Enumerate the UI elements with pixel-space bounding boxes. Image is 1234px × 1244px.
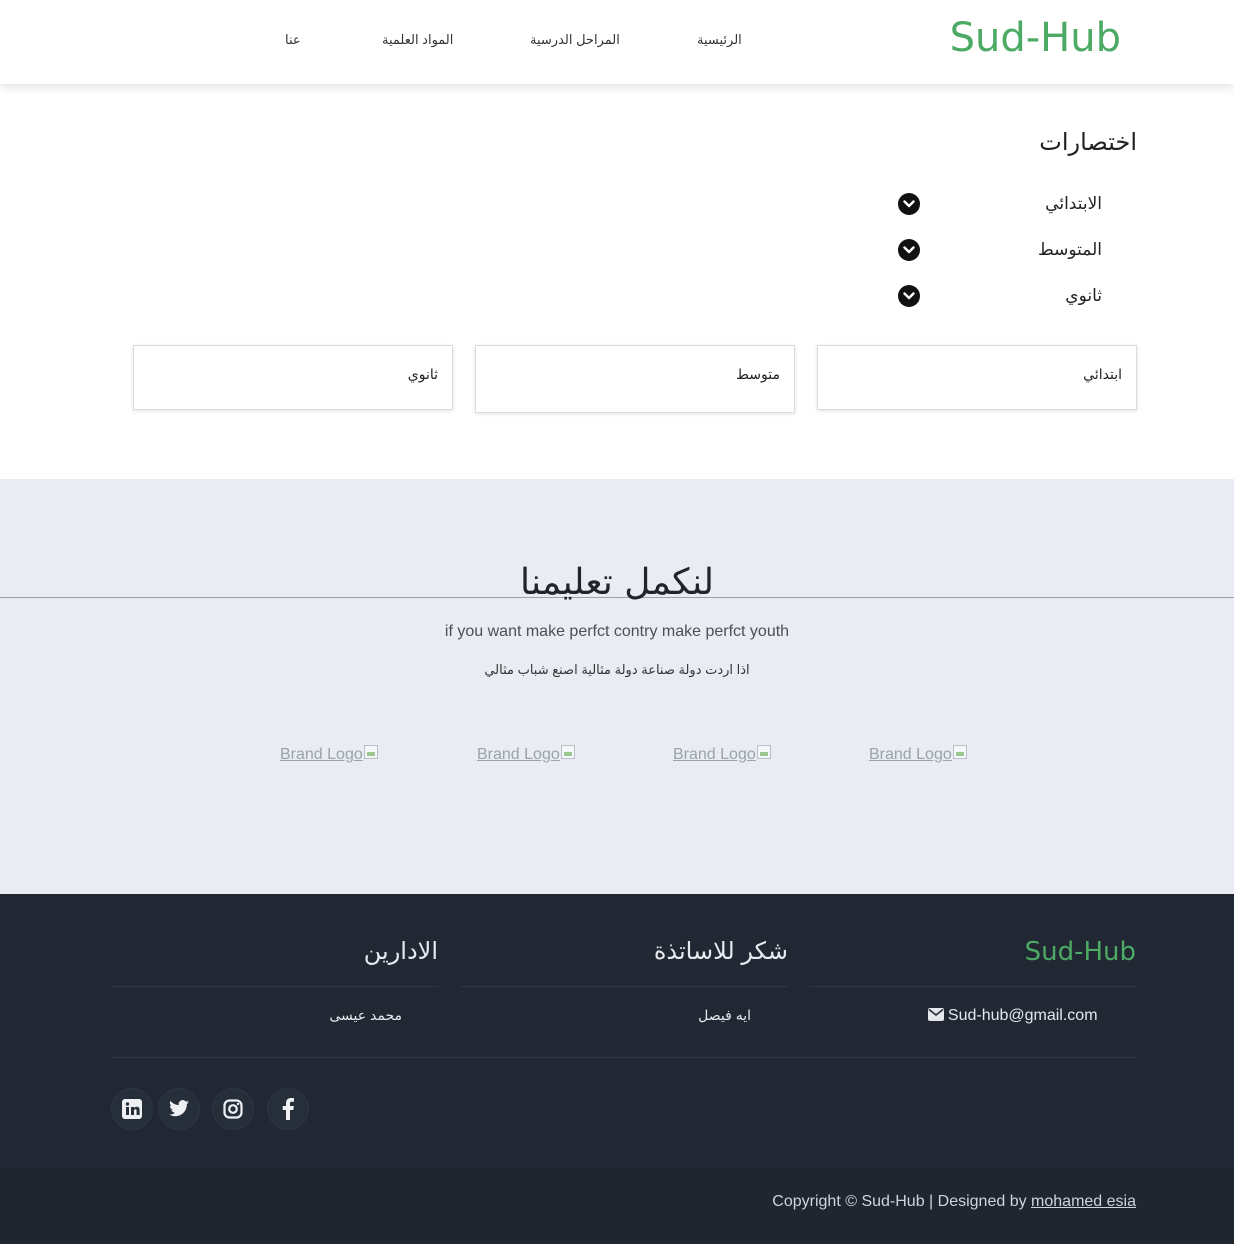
broken-image-icon [952,745,967,759]
shortcut-primary[interactable]: الابتدائي [898,191,1102,217]
broken-image-icon [560,745,575,759]
shortcut-label: ثانوي [1065,286,1102,305]
shortcut-label: الابتدائي [1045,194,1102,213]
hero-subtitle-en: if you want make perfct contry make perf… [444,623,790,640]
shortcut-label: المتوسط [1037,240,1102,259]
broken-image-icon [363,745,378,759]
hero-title: لنكمل تعليمنا [519,562,715,603]
footer-divider [461,986,788,987]
copyright-prefix: Copyright © Sud-Hub | Designed by [772,1193,1027,1210]
chevron-down-icon[interactable] [898,193,920,215]
footer-admin-item: محمد عيسى [329,1007,402,1023]
card-secondary[interactable]: ثانوي [133,345,453,410]
shortcuts-title: اختصارات [1039,129,1137,156]
twitter-icon [169,1100,189,1117]
nav-link-about[interactable]: عنا [285,30,301,50]
footer-brand: Sud-Hub [1024,937,1136,967]
chevron-down-icon[interactable] [898,285,920,307]
footer-divider [809,986,1136,987]
brand-logo-link[interactable]: Brand Logo [280,744,378,766]
shortcut-secondary[interactable]: ثانوي [898,283,1102,309]
card-title: متوسط [736,366,780,382]
card-primary[interactable]: ابتدائي [817,345,1137,410]
footer-email[interactable]: Sud-hub@gmail.com [923,1004,1098,1027]
twitter-button[interactable] [158,1088,200,1130]
brand-logo-alt: Brand Logo [477,746,560,763]
brand-logo-alt: Brand Logo [869,746,952,763]
brand-logo[interactable]: Sud-Hub [950,12,1121,64]
chevron-down-icon[interactable] [898,239,920,261]
nav-link-stages[interactable]: المراحل الدرسية [530,30,620,50]
card-title: ابتدائي [1083,366,1122,382]
footer-email-text: Sud-hub@gmail.com [947,1007,1098,1024]
card-middle[interactable]: متوسط [475,345,795,413]
brand-logo-link[interactable]: Brand Logo [869,744,967,766]
linkedin-button[interactable] [111,1088,153,1130]
brand-logo-link[interactable]: Brand Logo [477,744,575,766]
brand-logo-alt: Brand Logo [673,746,756,763]
card-title: ثانوي [407,366,438,382]
copyright-text: Copyright © Sud-Hub | Designed by mohame… [772,1191,1136,1213]
hero-subtitle-ar: اذا اردت دولة صناعة دولة مثالية اصنع شبا… [484,662,750,677]
nav-link-subjects[interactable]: المواد العلمية [382,30,453,50]
brand-logo-link[interactable]: Brand Logo [673,744,771,766]
footer-thanks-item: ايه فيصل [698,1007,751,1023]
facebook-button[interactable] [267,1088,309,1130]
envelope-icon [928,1008,944,1021]
footer-admins-title: الادارين [363,938,438,965]
linkedin-icon [122,1099,142,1119]
broken-image-icon [756,745,771,759]
footer-thanks-title: شكر للاساتذة [653,938,788,965]
footer-divider-full [112,1057,1136,1058]
instagram-button[interactable] [212,1088,254,1130]
footer-divider [112,986,439,987]
site-footer: Sud-Hub شكر للاساتذة الادارين Sud-hub@gm… [0,894,1234,1168]
hero-section: لنكمل تعليمنا if you want make perfct co… [0,479,1234,894]
designer-link[interactable]: mohamed esia [1031,1193,1136,1210]
copyright-bar: Copyright © Sud-Hub | Designed by mohame… [0,1168,1234,1244]
site-header: Sud-Hub الرئيسية المراحل الدرسية المواد … [0,0,1234,84]
shortcut-middle[interactable]: المتوسط [898,237,1102,263]
brand-logo-alt: Brand Logo [280,746,363,763]
instagram-icon [223,1099,243,1119]
facebook-icon [282,1098,294,1120]
nav-link-home[interactable]: الرئيسية [697,30,742,50]
